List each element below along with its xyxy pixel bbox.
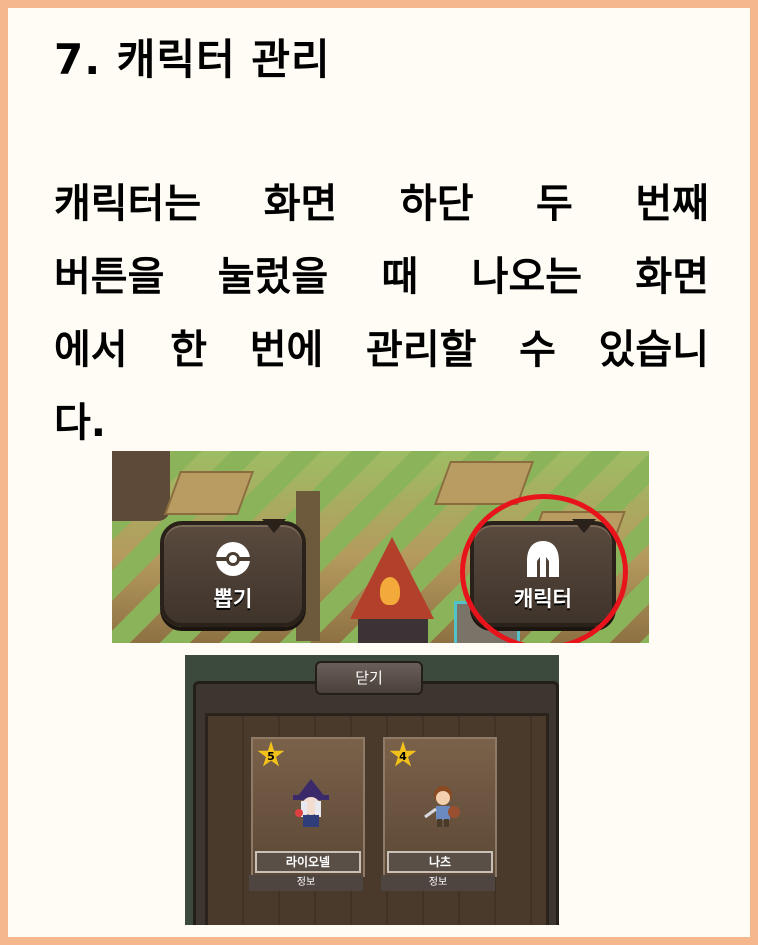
game-menu-screenshot: 뽑기 캐릭터 [112, 451, 649, 643]
building-tower [112, 451, 170, 521]
house-body [358, 619, 428, 643]
star-icon: 4 [389, 741, 417, 767]
wizard-character-icon [293, 779, 329, 827]
character-card[interactable]: 4 나츠 [383, 737, 497, 877]
description-paragraph: 캐릭터는 화면 하단 두 번째 버튼을 눌렀을 때 나오는 화면 에서 한 번에… [54, 168, 709, 460]
paragraph-line: 캐릭터는 화면 하단 두 번째 [54, 181, 709, 227]
info-button[interactable]: 정보 [249, 875, 363, 891]
paragraph-line: 다. [54, 400, 106, 446]
character-screen-screenshot: 닫기 5 라이오넬 정보 4 나츠 정보 [185, 655, 559, 925]
button-notch [262, 519, 286, 533]
gacha-button[interactable]: 뽑기 [160, 519, 306, 627]
highlight-circle [460, 494, 628, 643]
gacha-button-label: 뽑기 [213, 587, 253, 611]
info-button[interactable]: 정보 [381, 875, 495, 891]
character-card[interactable]: 5 라이오넬 [251, 737, 365, 877]
paragraph-line: 에서 한 번에 관리할 수 있습니 [54, 327, 709, 373]
character-name: 라이오넬 [255, 851, 361, 873]
section-heading: 7. 캐릭터 관리 [54, 35, 331, 84]
star-icon: 5 [257, 741, 285, 767]
character-name: 나츠 [387, 851, 493, 873]
paragraph-line: 버튼을 눌렀을 때 나오는 화면 [54, 254, 709, 300]
guide-page: 7. 캐릭터 관리 캐릭터는 화면 하단 두 번째 버튼을 눌렀을 때 나오는 … [8, 8, 750, 937]
flame-emblem [380, 577, 400, 605]
pokeball-icon [164, 539, 302, 579]
ground-tile [163, 471, 255, 515]
swordsman-character-icon [424, 786, 460, 827]
close-button[interactable]: 닫기 [315, 661, 423, 695]
